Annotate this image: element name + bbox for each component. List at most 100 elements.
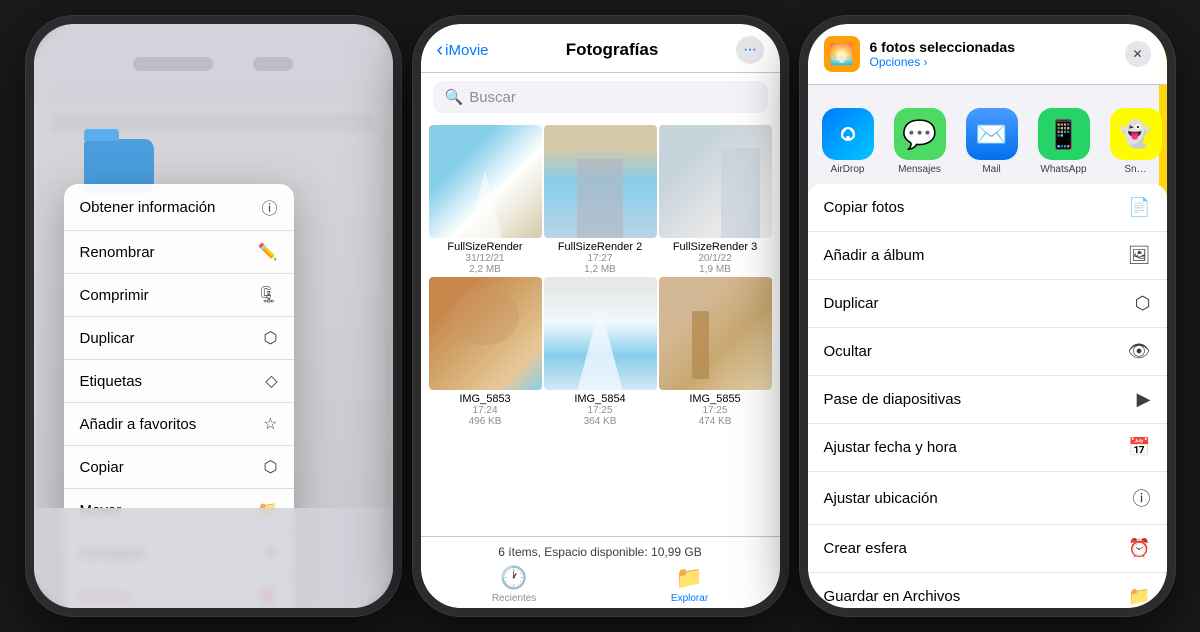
copy-icon: ⬡ — [264, 457, 278, 477]
photo-size-3: 1,9 MB — [699, 264, 731, 275]
tab-bar: 🕐 Recientes 📁 Explorar — [425, 565, 776, 604]
messages-icon: 💬 — [894, 108, 946, 160]
context-item-rename[interactable]: Renombrar ✏️ — [64, 231, 294, 274]
context-label-duplicate: Duplicar — [80, 330, 135, 347]
share-title: 6 fotos seleccionadas — [870, 39, 1016, 55]
photo-date-2: 17:27 — [587, 253, 612, 264]
context-item-tags[interactable]: Etiquetas ◇ — [64, 360, 294, 403]
share-app-snap[interactable]: 👻 Sn… — [1104, 108, 1167, 175]
share-actions: Copiar fotos 📄 Añadir a álbum 🖼 Duplicar… — [808, 184, 1167, 608]
action-save-files[interactable]: Guardar en Archivos 📁 — [808, 573, 1167, 608]
copy-photos-icon: 📄 — [1128, 197, 1150, 218]
hide-icon: 👁 — [1128, 341, 1151, 362]
photos-icon: 🌅 — [829, 42, 854, 67]
phone3-screen: 🌅 6 fotos seleccionadas Opciones › ✕ — [808, 24, 1167, 608]
share-options-button[interactable]: Opciones › — [870, 55, 1016, 69]
context-item-duplicate[interactable]: Duplicar ⬡ — [64, 317, 294, 360]
photo-date-3: 20/1/22 — [698, 253, 731, 264]
photo-thumb-3 — [659, 125, 772, 238]
tower-shape — [577, 305, 622, 390]
photo-cell-1[interactable]: FullSizeRender 31/12/21 2,2 MB — [429, 125, 542, 275]
photo-name-1: FullSizeRender — [447, 241, 522, 253]
action-label-save-files: Guardar en Archivos — [824, 588, 961, 605]
action-label-create-sphere: Crear esfera — [824, 540, 907, 557]
share-app-mail[interactable]: ✉️ Mail — [960, 108, 1024, 175]
add-album-icon: 🖼 — [1128, 245, 1151, 266]
files-icon: 📁 — [1128, 586, 1150, 607]
photo-thumb-5 — [544, 277, 657, 390]
blur-pill-1 — [133, 57, 213, 71]
action-label-adjust-location: Ajustar ubicación — [824, 490, 938, 507]
photo-cell-6[interactable]: IMG_5855 17:25 474 KB — [659, 277, 772, 427]
photo-thumb-2 — [544, 125, 657, 238]
share-app-airdrop[interactable]: AirDrop — [816, 108, 880, 175]
photo-cell-4[interactable]: IMG_5853 17:24 496 KB — [429, 277, 542, 427]
share-app-whatsapp[interactable]: 📱 WhatsApp — [1032, 108, 1096, 175]
folder-area — [84, 109, 154, 194]
building-shape-2 — [577, 159, 622, 238]
tab-recientes-label: Recientes — [492, 593, 536, 604]
calendar-icon: 📅 — [1128, 437, 1150, 458]
photo-size-5: 364 KB — [584, 416, 617, 427]
compress-icon: 🗜 — [257, 285, 277, 305]
info-icon: ⓘ — [261, 195, 277, 219]
photo-cell-2[interactable]: FullSizeRender 2 17:27 1,2 MB — [544, 125, 657, 275]
pencil-icon: ✏️ — [258, 242, 278, 262]
share-app-messages[interactable]: 💬 Mensajes — [888, 108, 952, 175]
phone-2: iMovie Fotografías 🔍 Buscar FullSizeRend… — [413, 16, 788, 616]
action-adjust-date[interactable]: Ajustar fecha y hora 📅 — [808, 424, 1167, 472]
storage-info: 6 ítems, Espacio disponible: 10,99 GB — [425, 545, 776, 559]
tab-recientes[interactable]: 🕐 Recientes — [492, 565, 536, 604]
phone-3: 🌅 6 fotos seleccionadas Opciones › ✕ — [800, 16, 1175, 616]
context-label-rename: Renombrar — [80, 244, 155, 261]
action-label-duplicate: Duplicar — [824, 295, 879, 312]
whatsapp-icon: 📱 — [1038, 108, 1090, 160]
page-title: Fotografías — [566, 40, 659, 60]
action-copy-photos[interactable]: Copiar fotos 📄 — [808, 184, 1167, 232]
photo-thumb-6 — [659, 277, 772, 390]
more-button[interactable] — [736, 36, 764, 64]
action-slideshow[interactable]: Pase de diapositivas ▶ — [808, 376, 1167, 424]
photo-thumb-1 — [429, 125, 542, 238]
airdrop-icon — [822, 108, 874, 160]
messages-label: Mensajes — [898, 164, 941, 175]
star-icon: ☆ — [263, 414, 277, 434]
back-label: iMovie — [445, 42, 488, 59]
action-create-sphere[interactable]: Crear esfera ⏰ — [808, 525, 1167, 573]
action-hide[interactable]: Ocultar 👁 — [808, 328, 1167, 376]
context-item-favorites[interactable]: Añadir a favoritos ☆ — [64, 403, 294, 446]
context-item-copy[interactable]: Copiar ⬡ — [64, 446, 294, 489]
action-label-add-album: Añadir a álbum — [824, 247, 925, 264]
search-bar[interactable]: 🔍 Buscar — [433, 81, 768, 113]
photo-cell-5[interactable]: IMG_5854 17:25 364 KB — [544, 277, 657, 427]
photo-cell-3[interactable]: FullSizeRender 3 20/1/22 1,9 MB — [659, 125, 772, 275]
context-label-info: Obtener información — [80, 199, 216, 216]
photo-size-6: 474 KB — [699, 416, 732, 427]
close-icon: ✕ — [1132, 47, 1142, 61]
blur-pill-2 — [253, 57, 293, 71]
photo-size-1: 2,2 MB — [469, 264, 501, 275]
search-icon: 🔍 — [445, 88, 464, 106]
share-header-left: 🌅 6 fotos seleccionadas Opciones › — [824, 36, 1016, 72]
snap-label: Sn… — [1124, 164, 1146, 175]
whatsapp-label: WhatsApp — [1040, 164, 1086, 175]
slideshow-icon: ▶ — [1137, 389, 1151, 410]
action-adjust-location[interactable]: Ajustar ubicación ⓘ — [808, 472, 1167, 525]
context-item-compress[interactable]: Comprimir 🗜 — [64, 274, 294, 317]
tab-explorar[interactable]: 📁 Explorar — [671, 565, 708, 604]
close-button[interactable]: ✕ — [1125, 41, 1151, 67]
photo-name-5: IMG_5854 — [574, 393, 625, 405]
action-add-album[interactable]: Añadir a álbum 🖼 — [808, 232, 1167, 280]
action-duplicate[interactable]: Duplicar ⬡ — [808, 280, 1167, 328]
snapchat-icon: 👻 — [1110, 108, 1162, 160]
context-label-copy: Copiar — [80, 459, 124, 476]
phone1-top-blur — [34, 24, 393, 104]
ellipsis-icon — [743, 41, 756, 59]
search-placeholder: Buscar — [469, 89, 516, 106]
photo-thumb-4 — [429, 277, 542, 390]
building-shape — [457, 170, 514, 238]
context-label-compress: Comprimir — [80, 287, 149, 304]
back-button[interactable]: iMovie — [437, 39, 489, 62]
context-item-info[interactable]: Obtener información ⓘ — [64, 184, 294, 231]
phone1-screen: Obtener información ⓘ Renombrar ✏️ Compr… — [34, 24, 393, 608]
